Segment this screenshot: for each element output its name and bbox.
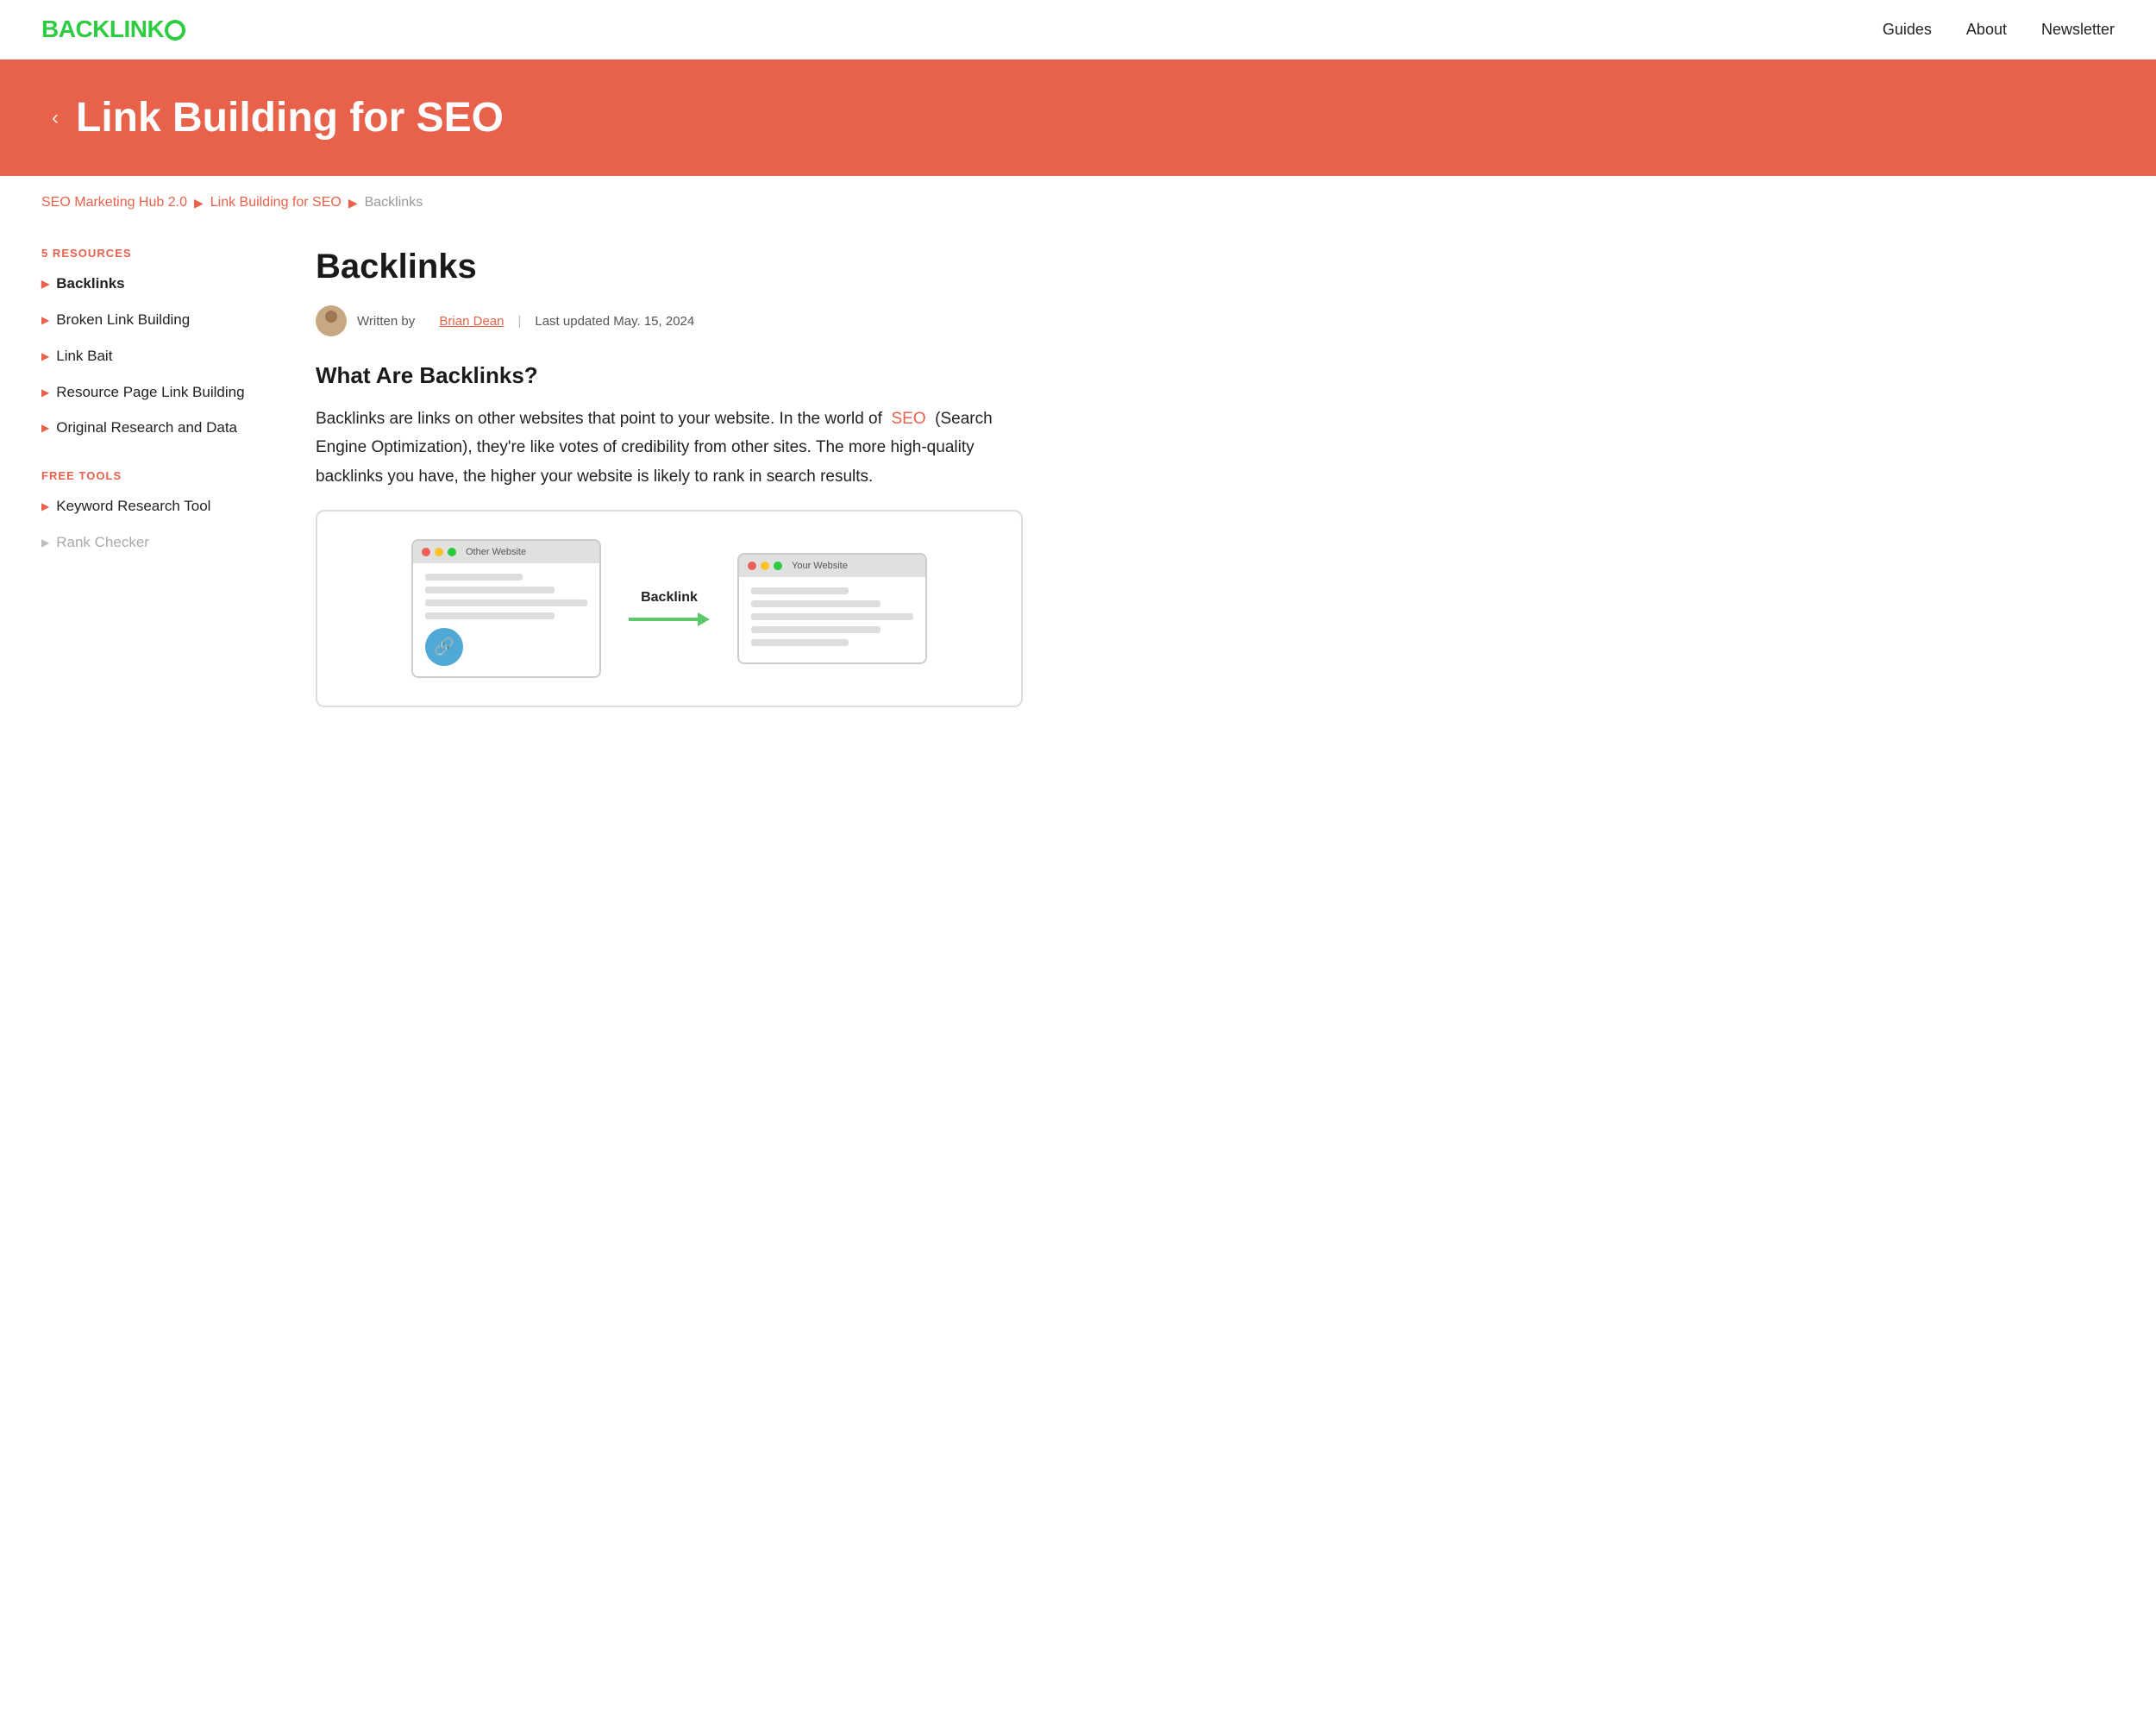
line-full — [425, 599, 587, 606]
arrow-icon: ▶ — [41, 499, 49, 514]
dot-green-2 — [774, 562, 782, 570]
backlinks-diagram: Other Website 🔗 Backlink — [316, 510, 1023, 707]
sidebar: 5 RESOURCES ▶ Backlinks ▶ Broken Link Bu… — [41, 247, 274, 707]
sidebar-item-rank-checker[interactable]: ▶ Rank Checker — [41, 532, 274, 553]
author-link[interactable]: Brian Dean — [439, 314, 504, 329]
line-short-3 — [751, 639, 849, 646]
resources-list: ▶ Backlinks ▶ Broken Link Building ▶ Lin… — [41, 273, 274, 438]
breadcrumb-sep-1: ▶ — [194, 196, 204, 210]
other-website-browser: Other Website 🔗 — [411, 539, 601, 678]
arrow-line — [629, 612, 710, 626]
free-tools-list: ▶ Keyword Research Tool ▶ Rank Checker — [41, 496, 274, 553]
page-title: Backlinks — [316, 247, 1023, 286]
sidebar-item-label: Link Bait — [56, 346, 112, 367]
nav-guides[interactable]: Guides — [1883, 21, 1932, 39]
arrow-icon: ▶ — [41, 349, 49, 364]
arrow-container: Backlink — [629, 590, 710, 626]
main-content: Backlinks Written by Brian Dean | Last u… — [316, 247, 1023, 707]
sidebar-item-broken-link[interactable]: ▶ Broken Link Building — [41, 310, 274, 330]
line-short-2 — [751, 587, 849, 594]
other-website-label: Other Website — [466, 547, 526, 557]
body-text-1: Backlinks are links on other websites th… — [316, 410, 882, 428]
sidebar-item-label: Backlinks — [56, 273, 124, 294]
dot-green — [448, 548, 456, 556]
arrow-icon: ▶ — [41, 421, 49, 436]
browser-top-bar-2: Your Website — [739, 555, 925, 577]
seo-link[interactable]: SEO — [891, 410, 925, 428]
sidebar-item-label: Keyword Research Tool — [56, 496, 210, 517]
site-header: BACKLINK Guides About Newsletter — [0, 0, 2156, 60]
breadcrumb-link-building[interactable]: Link Building for SEO — [210, 195, 342, 210]
section1-body: Backlinks are links on other websites th… — [316, 405, 1023, 491]
arrow-head-icon — [698, 612, 710, 626]
last-updated: Last updated May. 15, 2024 — [535, 314, 694, 329]
breadcrumb: SEO Marketing Hub 2.0 ▶ Link Building fo… — [0, 176, 2156, 229]
arrow-icon: ▶ — [41, 313, 49, 328]
dot-red — [422, 548, 430, 556]
main-layout: 5 RESOURCES ▶ Backlinks ▶ Broken Link Bu… — [0, 229, 1121, 759]
free-tools-label: FREE TOOLS — [41, 469, 274, 482]
sidebar-item-keyword-tool[interactable]: ▶ Keyword Research Tool — [41, 496, 274, 517]
resources-label: 5 RESOURCES — [41, 247, 274, 260]
browser-body: 🔗 — [413, 563, 599, 676]
nav-about[interactable]: About — [1966, 21, 2007, 39]
nav-newsletter[interactable]: Newsletter — [2041, 21, 2115, 39]
your-website-browser: Your Website — [737, 553, 927, 664]
logo-text: BACKLINK — [41, 16, 185, 43]
line-medium-3 — [751, 600, 881, 607]
logo-o-icon — [165, 20, 185, 41]
sidebar-item-label: Broken Link Building — [56, 310, 190, 330]
sidebar-item-original-research[interactable]: ▶ Original Research and Data — [41, 417, 274, 438]
section1-heading: What Are Backlinks? — [316, 362, 1023, 389]
sidebar-item-label: Rank Checker — [56, 532, 149, 553]
breadcrumb-hub[interactable]: SEO Marketing Hub 2.0 — [41, 195, 187, 210]
logo[interactable]: BACKLINK — [41, 16, 185, 43]
back-arrow-icon[interactable]: ‹ — [52, 106, 59, 130]
dot-yellow — [435, 548, 443, 556]
browser-top-bar: Other Website — [413, 541, 599, 563]
link-icon-symbol: 🔗 — [434, 636, 455, 657]
arrow-icon: ▶ — [41, 277, 49, 292]
avatar-image — [318, 308, 344, 334]
dot-yellow-2 — [761, 562, 769, 570]
browser-body-2 — [739, 577, 925, 662]
line-short — [425, 574, 523, 581]
main-nav: Guides About Newsletter — [1883, 21, 2115, 39]
link-icon: 🔗 — [425, 628, 463, 666]
arrow-icon: ▶ — [41, 536, 49, 550]
avatar — [316, 305, 347, 336]
hero-title: Link Building for SEO — [76, 94, 504, 141]
sidebar-item-backlinks[interactable]: ▶ Backlinks — [41, 273, 274, 294]
your-website-label: Your Website — [792, 561, 848, 571]
breadcrumb-current: Backlinks — [365, 195, 423, 210]
dot-red-2 — [748, 562, 756, 570]
author-written-by: Written by — [357, 314, 415, 329]
sidebar-item-link-bait[interactable]: ▶ Link Bait — [41, 346, 274, 367]
author-separator: | — [517, 314, 521, 329]
sidebar-item-label: Original Research and Data — [56, 417, 237, 438]
line-medium — [425, 587, 555, 593]
backlink-label: Backlink — [641, 590, 698, 606]
hero-banner: ‹ Link Building for SEO — [0, 60, 2156, 176]
line-medium-2 — [425, 612, 555, 619]
arrow-icon: ▶ — [41, 386, 49, 400]
breadcrumb-sep-2: ▶ — [348, 196, 358, 210]
author-line: Written by Brian Dean | Last updated May… — [316, 305, 1023, 336]
sidebar-item-label: Resource Page Link Building — [56, 382, 244, 403]
line-medium-4 — [751, 626, 881, 633]
sidebar-item-resource-page[interactable]: ▶ Resource Page Link Building — [41, 382, 274, 403]
line-full-2 — [751, 613, 913, 620]
arrow-line-body — [629, 618, 698, 621]
